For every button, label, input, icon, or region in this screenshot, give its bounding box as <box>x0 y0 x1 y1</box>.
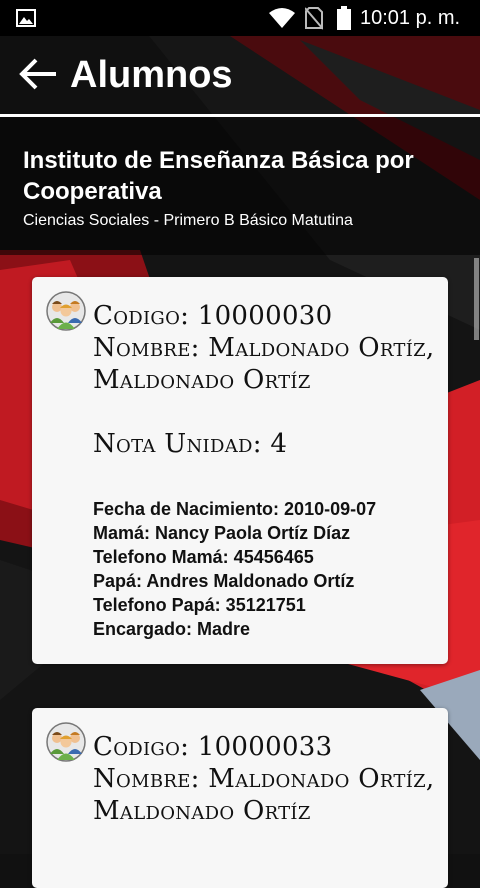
no-sim-icon <box>305 7 323 30</box>
course-header: Instituto de Enseñanza Básica por Cooper… <box>0 117 480 255</box>
student-card[interactable]: Codigo: 10000033 Nombre: Maldonado Ortíz… <box>32 708 448 888</box>
wifi-icon <box>269 8 295 28</box>
app-bar: Alumnos <box>0 36 480 114</box>
mother-phone: Telefono Mamá: 45456465 <box>93 547 314 567</box>
student-name: Nombre: Maldonado Ortíz, <box>93 333 435 363</box>
student-name-cont: Maldonado Ortíz <box>93 796 311 826</box>
status-bar: 10:01 p. m. <box>0 0 480 36</box>
battery-icon <box>337 6 351 30</box>
arrow-back-icon[interactable] <box>18 56 58 92</box>
guardian: Encargado: Madre <box>93 619 251 639</box>
student-code: Codigo: 10000030 <box>93 301 333 331</box>
student-code: Codigo: 10000033 <box>93 732 333 762</box>
image-icon <box>16 9 36 27</box>
student-card[interactable]: Codigo: 10000030 Nombre: Maldonado Ortíz… <box>32 277 448 664</box>
students-group-icon <box>46 291 86 331</box>
unit-grade: Nota Unidad: 4 <box>93 429 288 459</box>
students-group-icon <box>46 722 86 762</box>
clock-time: 10:01 p. m. <box>360 7 461 29</box>
school-name: Instituto de Enseñanza Básica por Cooper… <box>23 147 414 205</box>
student-name: Nombre: Maldonado Ortíz, <box>93 764 435 794</box>
page-title: Alumnos <box>70 54 233 96</box>
scrollbar[interactable] <box>474 258 479 340</box>
birth-date: Fecha de Nacimiento: 2010-09-07 <box>93 499 377 519</box>
mother-name: Mamá: Nancy Paola Ortíz Díaz <box>93 523 351 543</box>
student-name-cont: Maldonado Ortíz <box>93 365 311 395</box>
course-name: Ciencias Sociales - Primero B Básico Mat… <box>23 212 353 229</box>
father-phone: Telefono Papá: 35121751 <box>93 595 306 615</box>
father-name: Papá: Andres Maldonado Ortíz <box>93 571 355 591</box>
